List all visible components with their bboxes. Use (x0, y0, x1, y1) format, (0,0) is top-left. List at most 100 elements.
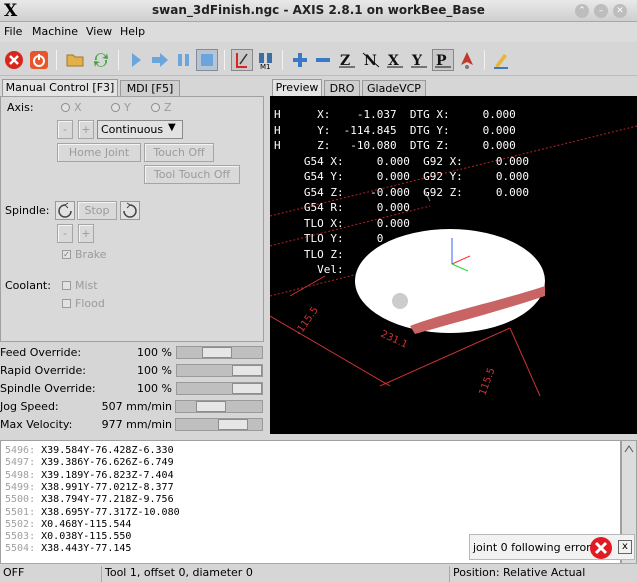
slider-handle[interactable] (232, 365, 262, 376)
title-bar: X swan_3dFinish.ngc - AXIS 2.8.1 on work… (0, 0, 637, 22)
slider-trough[interactable] (176, 346, 263, 359)
gcode-line-number: 5499: (5, 481, 36, 493)
slider-trough[interactable] (176, 382, 263, 395)
slider-label: Jog Speed: (0, 400, 59, 413)
spindle-stop-button[interactable]: Stop (77, 201, 117, 220)
tab-mdi[interactable]: MDI [F5] (120, 80, 180, 97)
gcode-line-number: 5503: (5, 531, 36, 543)
slider-row: Rapid Override: 100 % (0, 362, 265, 380)
gcode-line[interactable]: 5500: X38.794Y-77.218Z-9.756 (5, 494, 174, 505)
mist-label: Mist (75, 279, 98, 292)
estop-icon[interactable] (3, 49, 25, 71)
axis-x-label: X (74, 101, 82, 114)
run-icon[interactable] (125, 49, 147, 71)
toolbar: M1 Z N X Y P (0, 42, 637, 76)
block-delete-icon[interactable] (231, 49, 253, 71)
view-y-icon[interactable]: Y (408, 49, 430, 71)
power-icon[interactable] (28, 49, 50, 71)
gcode-line-code: X0.468Y-115.544 (41, 518, 132, 530)
menu-view[interactable]: View (86, 25, 112, 38)
flood-label: Flood (75, 297, 105, 310)
preview-canvas[interactable]: -115.5 231.1 115.5 H X: -1.037 DTG X: 0.… (270, 96, 637, 434)
gcode-line[interactable]: 5499: X38.991Y-77.021Z-8.377 (5, 482, 174, 493)
dro-row: G54 X: 0.000 G92 X: 0.000 (284, 154, 530, 168)
dro-row: G54 Z: -0.000 G92 Z: 0.000 (284, 185, 530, 199)
view-z2-icon[interactable]: N (360, 49, 382, 71)
menu-file[interactable]: File (4, 25, 22, 38)
brake-checkbox[interactable]: ✓ (62, 250, 71, 259)
dro-row: TLO X: 0.000 (284, 216, 410, 230)
close-window-button[interactable]: ✕ (613, 4, 627, 18)
gcode-line[interactable]: 5502: X0.468Y-115.544 (5, 519, 131, 530)
view-z-icon[interactable]: Z (336, 49, 358, 71)
error-icon (589, 536, 613, 563)
gcode-line[interactable]: 5501: X38.695Y-77.317Z-10.080 (5, 507, 180, 518)
axis-y-radio[interactable] (111, 103, 120, 112)
slider-row: Feed Override: 100 % (0, 344, 265, 362)
clear-plot-icon[interactable] (490, 49, 512, 71)
zoom-out-icon[interactable] (312, 49, 334, 71)
flood-checkbox[interactable] (62, 299, 71, 308)
slider-handle[interactable] (202, 347, 232, 358)
step-icon[interactable] (149, 49, 171, 71)
mist-checkbox[interactable] (62, 281, 71, 290)
gcode-line[interactable]: 5504: X38.443Y-77.145 (5, 543, 131, 554)
reload-icon[interactable] (90, 49, 112, 71)
gcode-line[interactable]: 5497: X39.386Y-76.626Z-6.749 (5, 457, 174, 468)
jog-mode-select[interactable]: Continuous ▼ (97, 120, 183, 139)
slider-trough[interactable] (176, 364, 263, 377)
spindle-plus-button[interactable]: + (78, 224, 94, 243)
view-p-icon[interactable]: P (432, 49, 454, 71)
menu-machine[interactable]: Machine (32, 25, 78, 38)
touch-off-button[interactable]: Touch Off (144, 143, 214, 162)
tab-manual-control[interactable]: Manual Control [F3] (2, 79, 118, 97)
gcode-line-number: 5500: (5, 494, 36, 506)
machine-state: OFF (3, 566, 25, 579)
spindle-cw-icon[interactable] (120, 201, 140, 220)
open-icon[interactable] (64, 49, 86, 71)
slider-trough[interactable] (175, 400, 263, 413)
rotate-icon[interactable] (456, 49, 478, 71)
spindle-ccw-icon[interactable] (55, 201, 75, 220)
axis-z-radio[interactable] (151, 103, 160, 112)
error-close-button[interactable]: x (618, 540, 632, 554)
menu-help[interactable]: Help (120, 25, 145, 38)
axis-x-radio[interactable] (61, 103, 70, 112)
tool-touch-off-button[interactable]: Tool Touch Off (144, 165, 240, 184)
stop-icon[interactable] (196, 49, 218, 71)
tab-preview[interactable]: Preview (272, 79, 322, 97)
gcode-line[interactable]: 5503: X0.038Y-115.550 (5, 531, 131, 542)
spindle-minus-button[interactable]: - (57, 224, 73, 243)
slider-handle[interactable] (218, 419, 248, 430)
slider-handle[interactable] (232, 383, 262, 394)
slider-trough[interactable] (175, 418, 263, 431)
axis-z-label: Z (164, 101, 172, 114)
jog-minus-button[interactable]: - (57, 120, 73, 139)
view-x-icon[interactable]: X (384, 49, 406, 71)
chevron-down-icon: ▼ (168, 122, 176, 133)
slider-value: 100 % (137, 382, 172, 395)
gcode-line-code: X38.794Y-77.218Z-9.756 (41, 494, 174, 506)
gcode-line-code: X38.443Y-77.145 (41, 543, 132, 555)
slider-handle[interactable] (196, 401, 226, 412)
gcode-line-number: 5498: (5, 469, 36, 481)
gcode-line-code: X0.038Y-115.550 (41, 531, 132, 543)
tool-marker (392, 293, 408, 309)
position-mode: Position: Relative Actual (449, 566, 637, 582)
pause-icon[interactable] (173, 49, 195, 71)
jog-plus-button[interactable]: + (78, 120, 94, 139)
gcode-line-code: X38.991Y-77.021Z-8.377 (41, 481, 174, 493)
tab-gladevcp[interactable]: GladeVCP (362, 80, 426, 97)
window-menu-button[interactable]: ⌃ (575, 4, 589, 18)
tab-dro[interactable]: DRO (324, 80, 360, 97)
axis-y-label: Y (124, 101, 131, 114)
zoom-in-icon[interactable] (289, 49, 311, 71)
optional-stop-icon[interactable]: M1 (255, 49, 277, 71)
home-joint-button[interactable]: Home Joint (57, 143, 141, 162)
dro-row: X: -1.037 DTG X: 0.000 (284, 108, 516, 121)
svg-text:M1: M1 (260, 63, 271, 70)
minimize-button[interactable]: – (594, 4, 608, 18)
dro-home-flag: H (274, 108, 281, 121)
gcode-line[interactable]: 5498: X39.189Y-76.823Z-7.404 (5, 470, 174, 481)
gcode-line[interactable]: 5496: X39.584Y-76.428Z-6.330 (5, 445, 174, 456)
